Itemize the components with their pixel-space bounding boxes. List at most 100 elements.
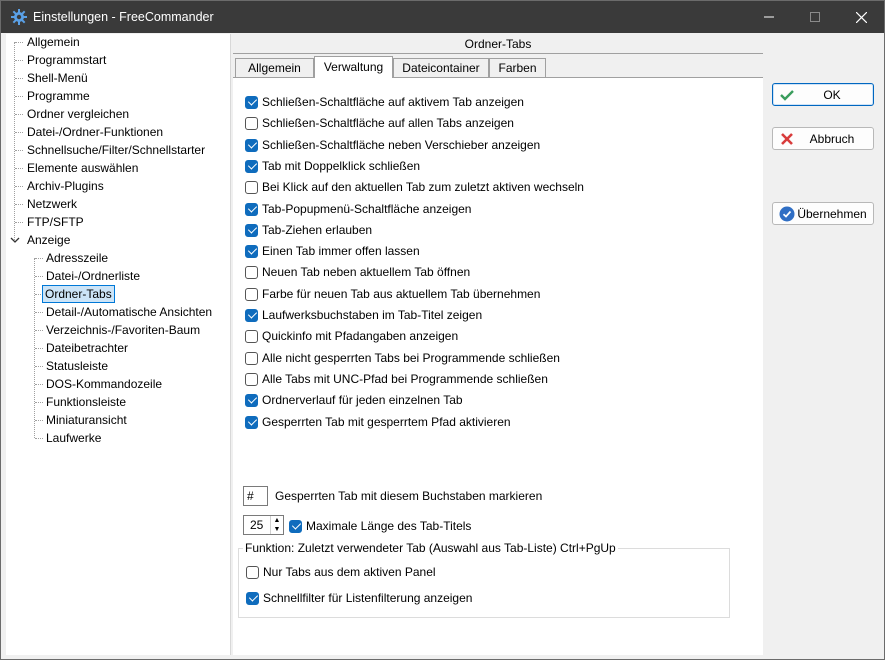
option-row[interactable]: Schließen-Schaltfläche auf allen Tabs an… bbox=[245, 115, 514, 131]
tree-item-schnellsuche[interactable]: Schnellsuche/Filter/Schnellstarter bbox=[25, 141, 207, 159]
close-button[interactable] bbox=[838, 1, 884, 33]
option-checkbox[interactable] bbox=[245, 308, 258, 322]
option-checkbox[interactable] bbox=[245, 393, 258, 407]
group-option-label: Schnellfilter für Listenfilterung anzeig… bbox=[263, 591, 473, 605]
tab-allgemein[interactable]: Allgemein bbox=[235, 58, 314, 78]
group-option-checkbox[interactable] bbox=[246, 591, 259, 605]
tree-connector bbox=[35, 276, 43, 277]
title-bar: Einstellungen - FreeCommander bbox=[1, 1, 884, 33]
tree-item-miniaturansicht[interactable]: Miniaturansicht bbox=[44, 411, 129, 429]
option-checkbox[interactable] bbox=[245, 329, 258, 343]
settings-dialog: Einstellungen - FreeCommander Allgemein … bbox=[0, 0, 885, 660]
option-row[interactable]: Neuen Tab neben aktuellem Tab öffnen bbox=[245, 264, 470, 280]
group-option-row[interactable]: Schnellfilter für Listenfilterung anzeig… bbox=[246, 590, 472, 606]
tree-item-dateibetrachter[interactable]: Dateibetrachter bbox=[44, 339, 130, 357]
option-row[interactable]: Ordnerverlauf für jeden einzelnen Tab bbox=[245, 392, 463, 408]
tree-item-shell-menu[interactable]: Shell-Menü bbox=[25, 69, 90, 87]
tree-item-adresszeile[interactable]: Adresszeile bbox=[44, 249, 110, 267]
tree-item-anzeige[interactable]: Anzeige bbox=[25, 231, 72, 249]
tree-connector bbox=[15, 168, 23, 169]
option-checkbox[interactable] bbox=[245, 287, 258, 301]
tree-item-ordner-vergleichen[interactable]: Ordner vergleichen bbox=[25, 105, 131, 123]
option-row[interactable]: Tab-Popupmenü-Schaltfläche anzeigen bbox=[245, 201, 471, 217]
option-label: Farbe für neuen Tab aus aktuellem Tab üb… bbox=[262, 287, 541, 301]
option-checkbox[interactable] bbox=[245, 244, 258, 258]
option-checkbox[interactable] bbox=[245, 415, 258, 429]
tree-connector bbox=[35, 312, 43, 313]
option-row[interactable]: Alle nicht gesperrten Tabs bei Programme… bbox=[245, 350, 560, 366]
tree-item-archiv-plugins[interactable]: Archiv-Plugins bbox=[25, 177, 106, 195]
tree-item-netzwerk[interactable]: Netzwerk bbox=[25, 195, 79, 213]
tree-item-ordner-tabs[interactable]: Ordner-Tabs bbox=[42, 285, 115, 303]
tab-page-verwaltung: Schließen-Schaltfläche auf aktivem Tab a… bbox=[233, 77, 763, 655]
tree-item-allgemein[interactable]: Allgemein bbox=[25, 33, 82, 51]
window-title: Einstellungen - FreeCommander bbox=[33, 10, 214, 24]
option-checkbox[interactable] bbox=[245, 116, 258, 130]
recent-tab-group-title: Funktion: Zuletzt verwendeter Tab (Auswa… bbox=[243, 541, 618, 555]
option-label: Alle nicht gesperrten Tabs bei Programme… bbox=[262, 351, 560, 365]
option-checkbox[interactable] bbox=[245, 159, 258, 173]
tree-item-datei-ordner-funktionen[interactable]: Datei-/Ordner-Funktionen bbox=[25, 123, 165, 141]
option-row[interactable]: Laufwerksbuchstaben im Tab-Titel zeigen bbox=[245, 307, 482, 323]
option-checkbox[interactable] bbox=[245, 95, 258, 109]
option-checkbox[interactable] bbox=[245, 265, 258, 279]
tree-item-ftp-sftp[interactable]: FTP/SFTP bbox=[25, 213, 86, 231]
tree-connector bbox=[35, 438, 43, 439]
recent-tab-groupbox bbox=[238, 548, 730, 618]
option-checkbox[interactable] bbox=[245, 372, 258, 386]
lock-char-input[interactable]: # bbox=[243, 486, 268, 506]
cross-icon bbox=[779, 131, 795, 147]
tab-dateicontainer[interactable]: Dateicontainer bbox=[393, 58, 489, 78]
option-checkbox[interactable] bbox=[245, 223, 258, 237]
option-label: Laufwerksbuchstaben im Tab-Titel zeigen bbox=[262, 308, 483, 322]
tree-item-programme[interactable]: Programme bbox=[25, 87, 92, 105]
option-row[interactable]: Schließen-Schaltfläche neben Verschieber… bbox=[245, 137, 540, 153]
option-row[interactable]: Alle Tabs mit UNC-Pfad bei Programmende … bbox=[245, 371, 548, 387]
tree-item-funktionsleiste[interactable]: Funktionsleiste bbox=[44, 393, 128, 411]
max-length-checkbox-row[interactable]: Maximale Länge des Tab-Titels bbox=[289, 518, 471, 534]
minimize-button[interactable] bbox=[746, 1, 792, 33]
tab-farben[interactable]: Farben bbox=[489, 58, 546, 78]
tree-item-detail-ansichten[interactable]: Detail-/Automatische Ansichten bbox=[44, 303, 214, 321]
option-row[interactable]: Einen Tab immer offen lassen bbox=[245, 243, 420, 259]
tree-item-laufwerke[interactable]: Laufwerke bbox=[44, 429, 103, 447]
tree-connector bbox=[15, 132, 23, 133]
option-row[interactable]: Farbe für neuen Tab aus aktuellem Tab üb… bbox=[245, 286, 540, 302]
option-row[interactable]: Bei Klick auf den aktuellen Tab zum zule… bbox=[245, 179, 584, 195]
tree-item-statusleiste[interactable]: Statusleiste bbox=[44, 357, 110, 375]
maximize-icon bbox=[810, 12, 820, 22]
option-row[interactable]: Quickinfo mit Pfadangaben anzeigen bbox=[245, 328, 458, 344]
ok-button[interactable]: OK bbox=[772, 83, 874, 106]
tree-item-datei-ordnerliste[interactable]: Datei-/Ordnerliste bbox=[44, 267, 142, 285]
tree-connector bbox=[15, 186, 23, 187]
option-checkbox[interactable] bbox=[245, 180, 258, 194]
max-length-label: Maximale Länge des Tab-Titels bbox=[306, 519, 472, 533]
cancel-button[interactable]: Abbruch bbox=[772, 127, 874, 150]
checkmark-icon bbox=[779, 87, 795, 103]
option-row[interactable]: Gesperrten Tab mit gesperrtem Pfad aktiv… bbox=[245, 414, 511, 430]
option-label: Tab mit Doppelklick schließen bbox=[262, 159, 421, 173]
maximize-button[interactable] bbox=[792, 1, 838, 33]
option-checkbox[interactable] bbox=[245, 138, 258, 152]
option-label: Schließen-Schaltfläche auf allen Tabs an… bbox=[262, 116, 514, 130]
tab-verwaltung[interactable]: Verwaltung bbox=[314, 56, 393, 78]
tree-item-verzeichnis-baum[interactable]: Verzeichnis-/Favoriten-Baum bbox=[44, 321, 202, 339]
tree-item-programmstart[interactable]: Programmstart bbox=[25, 51, 108, 69]
option-checkbox[interactable] bbox=[245, 202, 258, 216]
apply-button[interactable]: Übernehmen bbox=[772, 202, 874, 225]
max-length-checkbox[interactable] bbox=[289, 519, 302, 533]
tree-item-elemente-auswaehlen[interactable]: Elemente auswählen bbox=[25, 159, 140, 177]
spinner-arrows-icon[interactable]: ▲ ▼ bbox=[270, 516, 283, 534]
option-row[interactable]: Schließen-Schaltfläche auf aktivem Tab a… bbox=[245, 94, 524, 110]
chevron-down-icon[interactable] bbox=[9, 234, 21, 246]
group-option-checkbox[interactable] bbox=[246, 565, 259, 579]
tree-item-dos-kommandozeile[interactable]: DOS-Kommandozeile bbox=[44, 375, 164, 393]
option-row[interactable]: Tab-Ziehen erlauben bbox=[245, 222, 372, 238]
group-option-row[interactable]: Nur Tabs aus dem aktiven Panel bbox=[246, 564, 436, 580]
option-checkbox[interactable] bbox=[245, 351, 258, 365]
max-length-spinner[interactable]: 25 ▲ ▼ bbox=[243, 515, 284, 535]
cancel-label: Abbruch bbox=[809, 131, 855, 146]
tree-connector bbox=[35, 258, 43, 259]
option-row[interactable]: Tab mit Doppelklick schließen bbox=[245, 158, 420, 174]
option-label: Gesperrten Tab mit gesperrtem Pfad aktiv… bbox=[262, 415, 511, 429]
